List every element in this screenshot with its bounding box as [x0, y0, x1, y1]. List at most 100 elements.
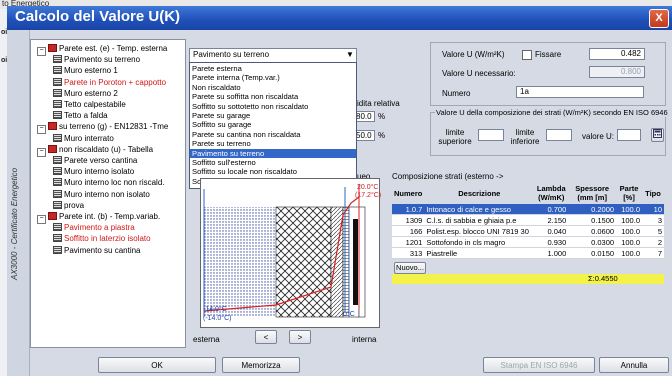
- prev-layer-button[interactable]: <: [255, 330, 277, 344]
- annulla-button[interactable]: Annulla: [599, 357, 669, 373]
- next-layer-button[interactable]: >: [289, 330, 311, 344]
- chevron-down-icon[interactable]: ▼: [345, 50, 355, 60]
- stampa-button[interactable]: Stampa EN ISO 6946: [483, 357, 595, 373]
- tree-group[interactable]: − Parete int. (b) - Temp.variab.: [37, 212, 160, 224]
- tree-item[interactable]: Soffitto in laterzio isolato: [53, 234, 151, 243]
- type-options-list[interactable]: Parete esterna Parete interna (Temp.var.)…: [189, 62, 357, 189]
- fissare-checkbox[interactable]: [522, 50, 532, 60]
- cell-tipo[interactable]: 10: [642, 204, 664, 215]
- type-option[interactable]: Pavimento su terreno: [190, 148, 356, 158]
- column-header[interactable]: Spessore (mm [m]: [568, 182, 616, 204]
- cell-tipo[interactable]: 3: [642, 214, 664, 226]
- cell-numero[interactable]: 166: [392, 225, 425, 237]
- cell-descrizione[interactable]: Polist.esp. blocco UNI 7819 30: [424, 225, 535, 237]
- close-button[interactable]: X: [649, 9, 669, 28]
- cell-tipo[interactable]: 7: [642, 247, 664, 259]
- valore-u-field[interactable]: 0.482: [589, 48, 645, 60]
- cell-lambda[interactable]: 0.930: [534, 236, 569, 248]
- column-header[interactable]: Numero: [392, 182, 424, 204]
- type-option[interactable]: Soffitto su garage: [190, 120, 356, 129]
- tree-item[interactable]: Parete in Poroton + cappotto: [53, 77, 166, 87]
- collapse-toggle-icon[interactable]: −: [37, 215, 46, 224]
- table-row[interactable]: 1309 C.l.s. di sabbia e ghiaia p.e 2.150 0.…: [392, 214, 664, 226]
- table-row[interactable]: 166 Polist.esp. blocco UNI 7819 30 0.040 0.…: [392, 225, 664, 237]
- collapse-toggle-icon[interactable]: −: [37, 147, 46, 157]
- cell-lambda[interactable]: 0.040: [534, 225, 569, 237]
- memorizza-button[interactable]: Memorizza: [222, 357, 300, 373]
- type-select[interactable]: Pavimento su terreno ▼: [189, 48, 357, 63]
- cell-spessore[interactable]: 0.2000: [568, 204, 617, 215]
- cell-tipo[interactable]: 2: [642, 236, 664, 248]
- component-tree[interactable]: − Parete est. (e) - Temp. esterna Paviment…: [30, 39, 186, 348]
- calculator-icon[interactable]: [651, 128, 664, 142]
- wall-layer-icon: [53, 223, 62, 232]
- cell-numero[interactable]: 313: [392, 247, 425, 259]
- humidity-value-2[interactable]: 50.0: [355, 130, 375, 141]
- table-row[interactable]: 1201 Sottofondo in cls magro 0.930 0.0300 10…: [392, 236, 664, 248]
- limite-superiore-field[interactable]: [478, 129, 504, 141]
- type-option[interactable]: Parete su cantina non riscaldata: [190, 130, 356, 139]
- tree-item[interactable]: Tetto a falda: [53, 111, 108, 120]
- humidity-value-1[interactable]: 80.0: [355, 111, 375, 122]
- cell-spessore[interactable]: 0.0300: [568, 236, 617, 248]
- inner-temp-label: 20.0°C: [357, 184, 379, 191]
- tree-item[interactable]: Muro esterno 2: [53, 88, 118, 98]
- cell-lambda[interactable]: 0.700: [534, 204, 569, 215]
- tree-item[interactable]: prova: [53, 200, 84, 210]
- cell-descrizione[interactable]: Sottofondo in cls magro: [424, 236, 535, 248]
- tree-item[interactable]: Tetto calpestabile: [53, 100, 126, 109]
- tree-item[interactable]: Muro interno non isolato: [53, 189, 150, 199]
- cell-parte[interactable]: 100.0: [616, 236, 642, 248]
- type-option[interactable]: Soffitto su locale non riscaldato: [190, 167, 356, 176]
- cell-spessore[interactable]: 0.0600: [568, 225, 617, 237]
- type-option[interactable]: Parete su soffitta non riscaldata: [190, 92, 356, 101]
- valore-u-iso-field[interactable]: [617, 129, 641, 141]
- tree-item[interactable]: Muro esterno 1: [53, 66, 118, 75]
- type-option[interactable]: Parete esterna: [190, 64, 356, 73]
- cell-descrizione[interactable]: Intonaco di calce e gesso: [424, 204, 535, 215]
- column-header[interactable]: Parte [%]: [616, 182, 642, 204]
- type-option[interactable]: Parete su garage: [190, 111, 356, 120]
- cell-descrizione[interactable]: C.l.s. di sabbia e ghiaia p.e: [424, 214, 535, 226]
- cell-numero[interactable]: 1.0.7: [392, 204, 425, 215]
- column-header[interactable]: Lambda (W/mK): [534, 182, 568, 204]
- collapse-toggle-icon[interactable]: −: [37, 47, 46, 56]
- cell-parte[interactable]: 100.0: [616, 214, 642, 226]
- type-option[interactable]: Non riscaldato: [190, 83, 356, 92]
- limite-inferiore-field[interactable]: [546, 129, 572, 141]
- tree-item[interactable]: Parete verso cantina: [53, 156, 137, 165]
- cell-numero[interactable]: 1201: [392, 236, 425, 248]
- tree-group[interactable]: − non riscaldato (u) - Tabella: [37, 144, 153, 157]
- tree-item[interactable]: Muro interno loc non riscald.: [53, 178, 165, 187]
- cell-spessore[interactable]: 0.0150: [568, 247, 617, 259]
- cell-parte[interactable]: 100.0: [616, 204, 642, 215]
- collapse-toggle-icon[interactable]: −: [37, 125, 46, 135]
- column-header[interactable]: Descrizione: [424, 182, 534, 204]
- ok-button[interactable]: OK: [98, 357, 216, 373]
- table-row[interactable]: 313 Piastrelle 1.000 0.0150 100.0 7: [392, 247, 664, 259]
- tree-group[interactable]: − Parete est. (e) - Temp. esterna: [37, 44, 167, 56]
- cell-descrizione[interactable]: Piastrelle: [424, 247, 535, 259]
- tree-item[interactable]: Pavimento su cantina: [53, 245, 141, 255]
- cell-numero[interactable]: 1309: [392, 214, 425, 226]
- tree-item[interactable]: Pavimento su terreno: [53, 55, 140, 64]
- cell-tipo[interactable]: 5: [642, 225, 664, 237]
- cell-spessore[interactable]: 0.1500: [568, 214, 617, 226]
- tree-item[interactable]: Muro interno isolato: [53, 167, 134, 176]
- type-option[interactable]: Soffitto sull'esterno: [190, 158, 356, 167]
- type-option[interactable]: Parete interna (Temp.var.): [190, 73, 356, 82]
- table-row[interactable]: 1.0.7 Intonaco di calce e gesso 0.700 0.200…: [392, 204, 664, 215]
- type-option[interactable]: Parete su terreno: [190, 139, 356, 148]
- cell-parte[interactable]: 100.0: [616, 225, 642, 237]
- tree-item[interactable]: Muro interrato: [53, 133, 114, 143]
- wall-layer-icon: [53, 66, 62, 75]
- type-option[interactable]: Soffitto su sottotetto non riscaldato: [190, 102, 356, 111]
- column-header[interactable]: Tipo: [642, 182, 664, 204]
- numero-field[interactable]: 1a: [516, 86, 644, 98]
- cell-lambda[interactable]: 1.000: [534, 247, 569, 259]
- new-layer-button[interactable]: Nuovo...: [394, 262, 426, 274]
- cell-lambda[interactable]: 2.150: [534, 214, 569, 226]
- cell-parte[interactable]: 100.0: [616, 247, 642, 259]
- tree-group[interactable]: − su terreno (g) - EN12831 -Tme: [37, 122, 168, 135]
- tree-item[interactable]: Pavimento a piastra: [53, 223, 135, 232]
